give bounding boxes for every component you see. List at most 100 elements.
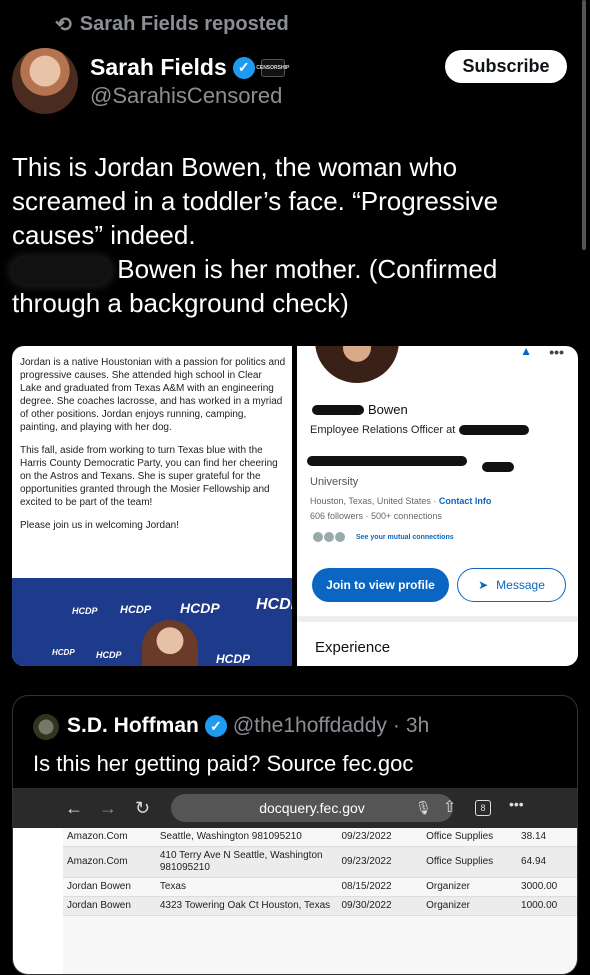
quote-timestamp: 3h bbox=[405, 714, 430, 737]
tabs-icon[interactable]: 8 bbox=[475, 800, 491, 816]
contact-info-link[interactable]: Contact Info bbox=[439, 496, 492, 506]
amount-cell: 1000.00 bbox=[517, 896, 577, 916]
disbursement-date-cell: 09/30/2022 bbox=[337, 896, 423, 916]
hcdp-logo: HCDP bbox=[120, 604, 152, 616]
payee-address-cell: Texas bbox=[155, 877, 338, 897]
post-text-2: Bowen is her mother. (Confirmed through … bbox=[12, 252, 582, 320]
repost-label: Sarah Fields reposted bbox=[79, 13, 289, 35]
linkedin-location: Houston, Texas, United States · Contact … bbox=[310, 496, 492, 506]
redaction bbox=[307, 456, 467, 466]
purpose-cell: Organizer bbox=[422, 877, 518, 897]
hcdp-logo: HCDP bbox=[216, 652, 251, 666]
mutual-avatar bbox=[334, 531, 346, 543]
linkedin-name: Bowen bbox=[312, 402, 408, 417]
purpose-cell: Office Supplies bbox=[422, 828, 518, 847]
table-row: Jordan Bowen 4323 Towering Oak Ct Houston… bbox=[63, 896, 577, 916]
table-row: Amazon.Com 410 Terry Ave N Seattle, Washi… bbox=[63, 846, 577, 878]
message-label: Message bbox=[496, 578, 545, 592]
author-name[interactable]: Sarah Fields bbox=[90, 54, 227, 81]
scrollbar[interactable] bbox=[582, 0, 586, 250]
quote-author-row[interactable]: S.D. Hoffman ✓ @the1hoffdaddy · 3h bbox=[67, 714, 429, 738]
table-margin bbox=[13, 828, 63, 974]
verified-icon: ✓ bbox=[232, 56, 255, 79]
amount-cell: 64.94 bbox=[517, 846, 577, 878]
quoted-post[interactable]: S.D. Hoffman ✓ @the1hoffdaddy · 3h Is th… bbox=[12, 695, 578, 975]
connections-count: 500+ connections bbox=[371, 511, 442, 521]
redaction bbox=[482, 462, 514, 472]
more-icon: ••• bbox=[549, 346, 564, 360]
quote-text: Is this her getting paid? Source fec.goc bbox=[33, 751, 414, 776]
more-icon[interactable]: ••• bbox=[509, 796, 524, 812]
followers-count: 606 followers bbox=[310, 511, 364, 521]
microphone-icon[interactable]: 🎙 bbox=[415, 800, 432, 816]
linkedin-title: Employee Relations Officer at bbox=[310, 424, 530, 436]
post-text-1: This is Jordan Bowen, the woman who scre… bbox=[12, 152, 499, 250]
payee-name-cell: Amazon.Com bbox=[63, 846, 156, 878]
payee-address-cell: 410 Terry Ave N Seattle, Washington 9810… bbox=[155, 846, 338, 878]
browser-toolbar: ← → ↻ docquery.fec.gov 🎙 ⇧ 8 ••• bbox=[13, 788, 577, 828]
linkedin-name-text: Bowen bbox=[368, 402, 408, 417]
table-row: Jordan Bowen Texas 08/15/2022 Organizer 3000… bbox=[63, 877, 577, 897]
redaction bbox=[12, 258, 110, 285]
hcdp-logo: HCDP bbox=[52, 648, 75, 657]
mutual-connections-link[interactable]: See your mutual connections bbox=[356, 534, 454, 541]
disbursement-date-cell: 09/23/2022 bbox=[337, 846, 423, 878]
repost-icon: ⟲ bbox=[55, 14, 72, 36]
author-handle[interactable]: @SarahisCensored bbox=[90, 83, 282, 109]
share-icon[interactable]: ⇧ bbox=[443, 797, 456, 817]
bell-icon: ▲ bbox=[520, 346, 532, 358]
media-image-linkedin[interactable]: ▲ ••• Bowen Employee Relations Officer a… bbox=[297, 346, 578, 666]
disbursement-date-cell: 08/15/2022 bbox=[337, 877, 423, 897]
repost-indicator: ⟲ Sarah Fields reposted bbox=[55, 12, 289, 37]
hcdp-logo: HCDP bbox=[72, 606, 98, 616]
back-icon[interactable]: ← bbox=[65, 798, 83, 819]
reload-icon[interactable]: ↻ bbox=[135, 798, 150, 819]
bio-text: Jordan is a native Houstonian with a pas… bbox=[20, 356, 286, 542]
linkedin-followers: 606 followers · 500+ connections bbox=[310, 511, 442, 521]
divider bbox=[297, 616, 578, 622]
purpose-cell: Office Supplies bbox=[422, 846, 518, 878]
linkedin-avatar bbox=[312, 346, 402, 386]
hcdp-banner: HCDP HCDP HCDP HCDP HCDP HCDP HCDP bbox=[12, 578, 292, 666]
hcdp-logo: HCDP bbox=[180, 600, 220, 616]
author-name-row[interactable]: Sarah Fields ✓ CENSORSHIP bbox=[90, 54, 289, 81]
amount-cell: 38.14 bbox=[517, 828, 577, 847]
table-row: Amazon.Com Seattle, Washington 981095210 0… bbox=[63, 828, 577, 847]
amount-cell: 3000.00 bbox=[517, 877, 577, 897]
payee-name-cell: Amazon.Com bbox=[63, 828, 156, 847]
verified-icon: ✓ bbox=[204, 715, 227, 737]
redaction bbox=[459, 425, 530, 435]
bio-paragraph-1: Jordan is a native Houstonian with a pas… bbox=[20, 357, 286, 433]
forward-icon[interactable]: → bbox=[99, 798, 117, 819]
hcdp-logo: HCDP bbox=[256, 596, 292, 613]
author-avatar[interactable] bbox=[12, 48, 78, 114]
purpose-cell: Organizer bbox=[422, 896, 518, 916]
bio-paragraph-2: This fall, aside from working to turn Te… bbox=[20, 445, 278, 508]
payee-name-cell: Jordan Bowen bbox=[63, 896, 156, 916]
payee-address-cell: 4323 Towering Oak Ct Houston, Texas bbox=[155, 896, 338, 916]
join-to-view-button[interactable]: Join to view profile bbox=[312, 568, 449, 602]
linkedin-location-text: Houston, Texas, United States bbox=[310, 496, 431, 506]
payee-name-cell: Jordan Bowen bbox=[63, 877, 156, 897]
quote-author-handle[interactable]: @the1hoffdaddy bbox=[233, 714, 387, 738]
payee-address-cell: Seattle, Washington 981095210 bbox=[155, 828, 338, 847]
quote-author-avatar[interactable] bbox=[33, 714, 59, 740]
quote-author-name[interactable]: S.D. Hoffman bbox=[67, 714, 199, 738]
media-image-bio[interactable]: Jordan is a native Houstonian with a pas… bbox=[12, 346, 292, 666]
disbursement-date-cell: 09/23/2022 bbox=[337, 828, 423, 847]
bio-paragraph-3: Please join us in welcoming Jordan! bbox=[20, 520, 179, 531]
subscribe-button[interactable]: Subscribe bbox=[445, 50, 567, 83]
fec-table: Amazon.Com Seattle, Washington 981095210 0… bbox=[63, 828, 577, 974]
linkedin-title-text: Employee Relations Officer at bbox=[310, 424, 456, 436]
url-bar[interactable]: docquery.fec.gov bbox=[171, 794, 453, 822]
send-icon: ➤ bbox=[478, 578, 489, 592]
experience-heading: Experience bbox=[315, 639, 391, 656]
affiliate-badge-icon: CENSORSHIP bbox=[256, 58, 289, 77]
redaction bbox=[312, 404, 364, 415]
hcdp-logo: HCDP bbox=[96, 650, 122, 660]
person-photo bbox=[142, 620, 198, 666]
message-button[interactable]: ➤ Message bbox=[457, 568, 566, 602]
mutual-connections[interactable]: See your mutual connections bbox=[312, 531, 454, 543]
separator: · bbox=[392, 714, 400, 737]
linkedin-university: University bbox=[310, 476, 359, 488]
